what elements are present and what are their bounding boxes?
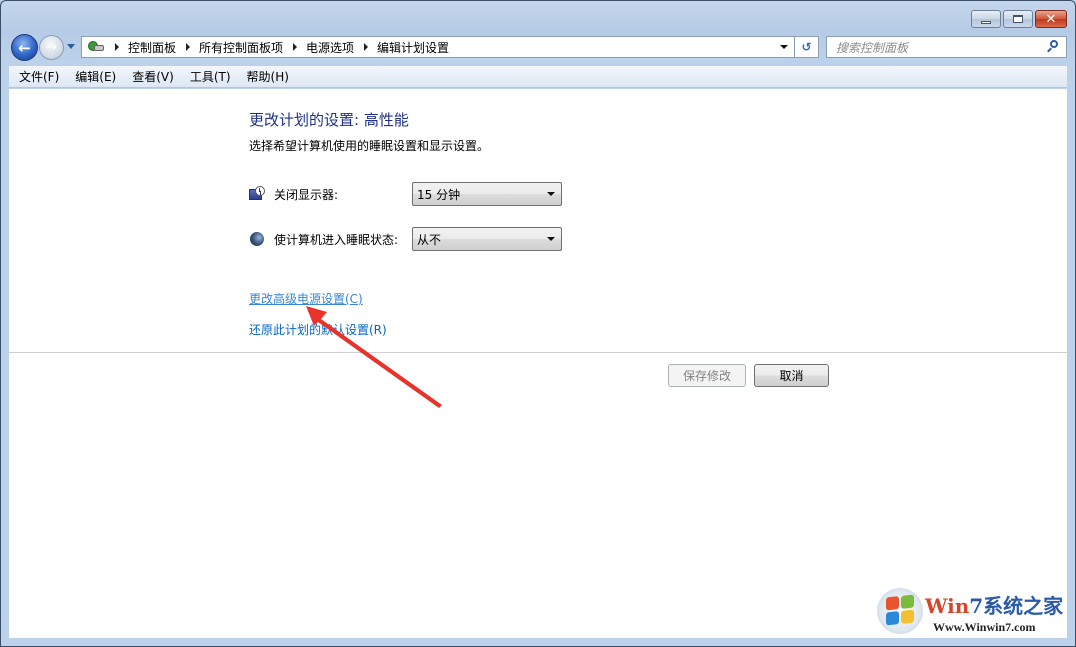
breadcrumb-separator-icon[interactable] <box>293 43 298 51</box>
menu-file[interactable]: 文件(F) <box>13 68 65 85</box>
breadcrumb-all-items[interactable]: 所有控制面板项 <box>199 39 283 56</box>
minimize-button[interactable] <box>971 10 1001 28</box>
restore-defaults-link[interactable]: 还原此计划的默认设置(R) <box>249 321 387 338</box>
power-options-icon <box>87 39 105 55</box>
navigation-bar: ← → 控制面板 所有控制面板项 电源选项 编辑计划设置 ↺ 搜索控制面板 <box>9 34 1067 61</box>
refresh-icon: ↺ <box>801 40 812 54</box>
close-icon: ✕ <box>1045 11 1057 27</box>
divider <box>9 352 1067 353</box>
search-icon[interactable] <box>1045 39 1061 55</box>
arrow-right-icon: → <box>46 40 57 55</box>
forward-button[interactable]: → <box>39 35 64 60</box>
caption-buttons: ✕ <box>971 10 1067 28</box>
save-changes-button[interactable]: 保存修改 <box>668 364 746 387</box>
display-off-setting: 关闭显示器: 15 分钟 <box>249 182 569 206</box>
advanced-power-settings-link[interactable]: 更改高级电源设置(C) <box>249 290 363 307</box>
sleep-label: 使计算机进入睡眠状态: <box>274 232 399 247</box>
breadcrumb-separator-icon[interactable] <box>186 43 191 51</box>
content-area: 更改计划的设置: 高性能 选择希望计算机使用的睡眠设置和显示设置。 关闭显示器:… <box>9 89 1067 638</box>
watermark-title: Win7系统之家 <box>925 594 1064 618</box>
menu-help[interactable]: 帮助(H) <box>241 68 295 85</box>
display-off-value: 15 分钟 <box>417 187 461 202</box>
breadcrumb-separator-icon[interactable] <box>364 43 369 51</box>
menu-bar: 文件(F) 编辑(E) 查看(V) 工具(T) 帮助(H) <box>9 66 1067 88</box>
sleep-moon-icon <box>249 231 265 247</box>
cancel-button[interactable]: 取消 <box>754 364 829 387</box>
search-placeholder: 搜索控制面板 <box>836 40 909 55</box>
search-input[interactable]: 搜索控制面板 <box>826 36 1067 58</box>
page-subtitle: 选择希望计算机使用的睡眠设置和显示设置。 <box>249 139 490 153</box>
breadcrumb-control-panel[interactable]: 控制面板 <box>128 39 176 56</box>
breadcrumb-power-options[interactable]: 电源选项 <box>306 39 354 56</box>
menu-tools[interactable]: 工具(T) <box>184 68 237 85</box>
close-button[interactable]: ✕ <box>1035 10 1067 28</box>
display-off-label: 关闭显示器: <box>274 187 339 202</box>
maximize-icon <box>1013 15 1023 23</box>
control-panel-window: ✕ ← → 控制面板 所有控制面板项 电源选项 编辑计划设置 ↺ 搜索控制面板 … <box>0 0 1076 647</box>
breadcrumb-edit-plan[interactable]: 编辑计划设置 <box>377 39 449 56</box>
page-title: 更改计划的设置: 高性能 <box>249 111 409 129</box>
menu-edit[interactable]: 编辑(E) <box>69 68 122 85</box>
back-button[interactable]: ← <box>11 34 38 61</box>
recent-pages-dropdown[interactable] <box>67 44 75 49</box>
chevron-down-icon <box>780 45 788 49</box>
maximize-button[interactable] <box>1003 10 1033 28</box>
address-bar[interactable]: 控制面板 所有控制面板项 电源选项 编辑计划设置 <box>81 36 795 58</box>
display-off-select[interactable]: 15 分钟 <box>412 182 562 206</box>
sleep-select[interactable]: 从不 <box>412 227 562 251</box>
sleep-value: 从不 <box>417 232 442 247</box>
watermark: Win7系统之家 Www.Winwin7.com <box>873 580 1069 640</box>
monitor-clock-icon <box>249 186 265 202</box>
address-dropdown-button[interactable] <box>774 37 794 57</box>
refresh-button[interactable]: ↺ <box>795 36 819 58</box>
minimize-icon <box>981 20 991 24</box>
arrow-left-icon: ← <box>18 38 31 57</box>
windows-logo-icon <box>877 588 923 634</box>
watermark-url: Www.Winwin7.com <box>933 620 1036 634</box>
breadcrumb-separator-icon[interactable] <box>115 43 119 51</box>
chevron-down-icon <box>547 237 555 241</box>
menu-view[interactable]: 查看(V) <box>126 68 180 85</box>
sleep-setting: 使计算机进入睡眠状态: 从不 <box>249 227 569 251</box>
chevron-down-icon <box>547 192 555 196</box>
